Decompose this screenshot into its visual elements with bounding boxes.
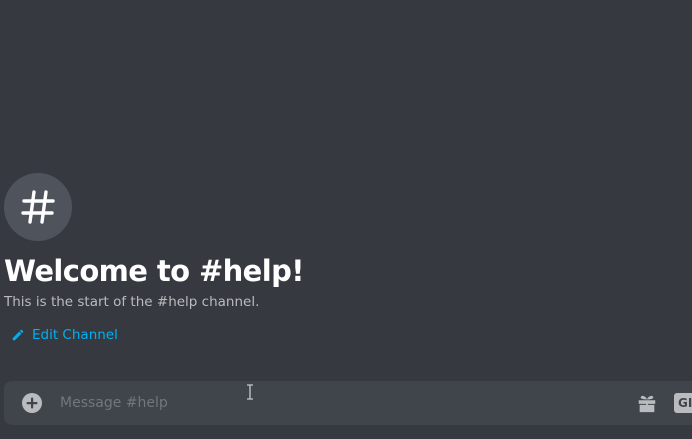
- channel-welcome: Welcome to #help! This is the start of t…: [4, 173, 304, 344]
- edit-channel-label: Edit Channel: [32, 327, 118, 343]
- pencil-icon: [11, 328, 25, 342]
- hash-icon: [21, 190, 55, 224]
- message-composer: GIF: [4, 381, 692, 425]
- message-input[interactable]: [60, 391, 560, 415]
- gift-button[interactable]: [636, 392, 658, 414]
- channel-avatar: [4, 173, 72, 241]
- chat-area: Welcome to #help! This is the start of t…: [0, 0, 692, 439]
- welcome-title: Welcome to #help!: [4, 254, 304, 288]
- gif-button[interactable]: GIF: [674, 393, 692, 413]
- add-attachment-button[interactable]: [21, 392, 43, 414]
- gift-icon: [638, 395, 656, 413]
- text-cursor-icon: [247, 384, 253, 400]
- plus-circle-icon: [22, 393, 42, 413]
- welcome-subtitle: This is the start of the #help channel.: [4, 294, 260, 310]
- edit-channel-link[interactable]: Edit Channel: [11, 326, 304, 344]
